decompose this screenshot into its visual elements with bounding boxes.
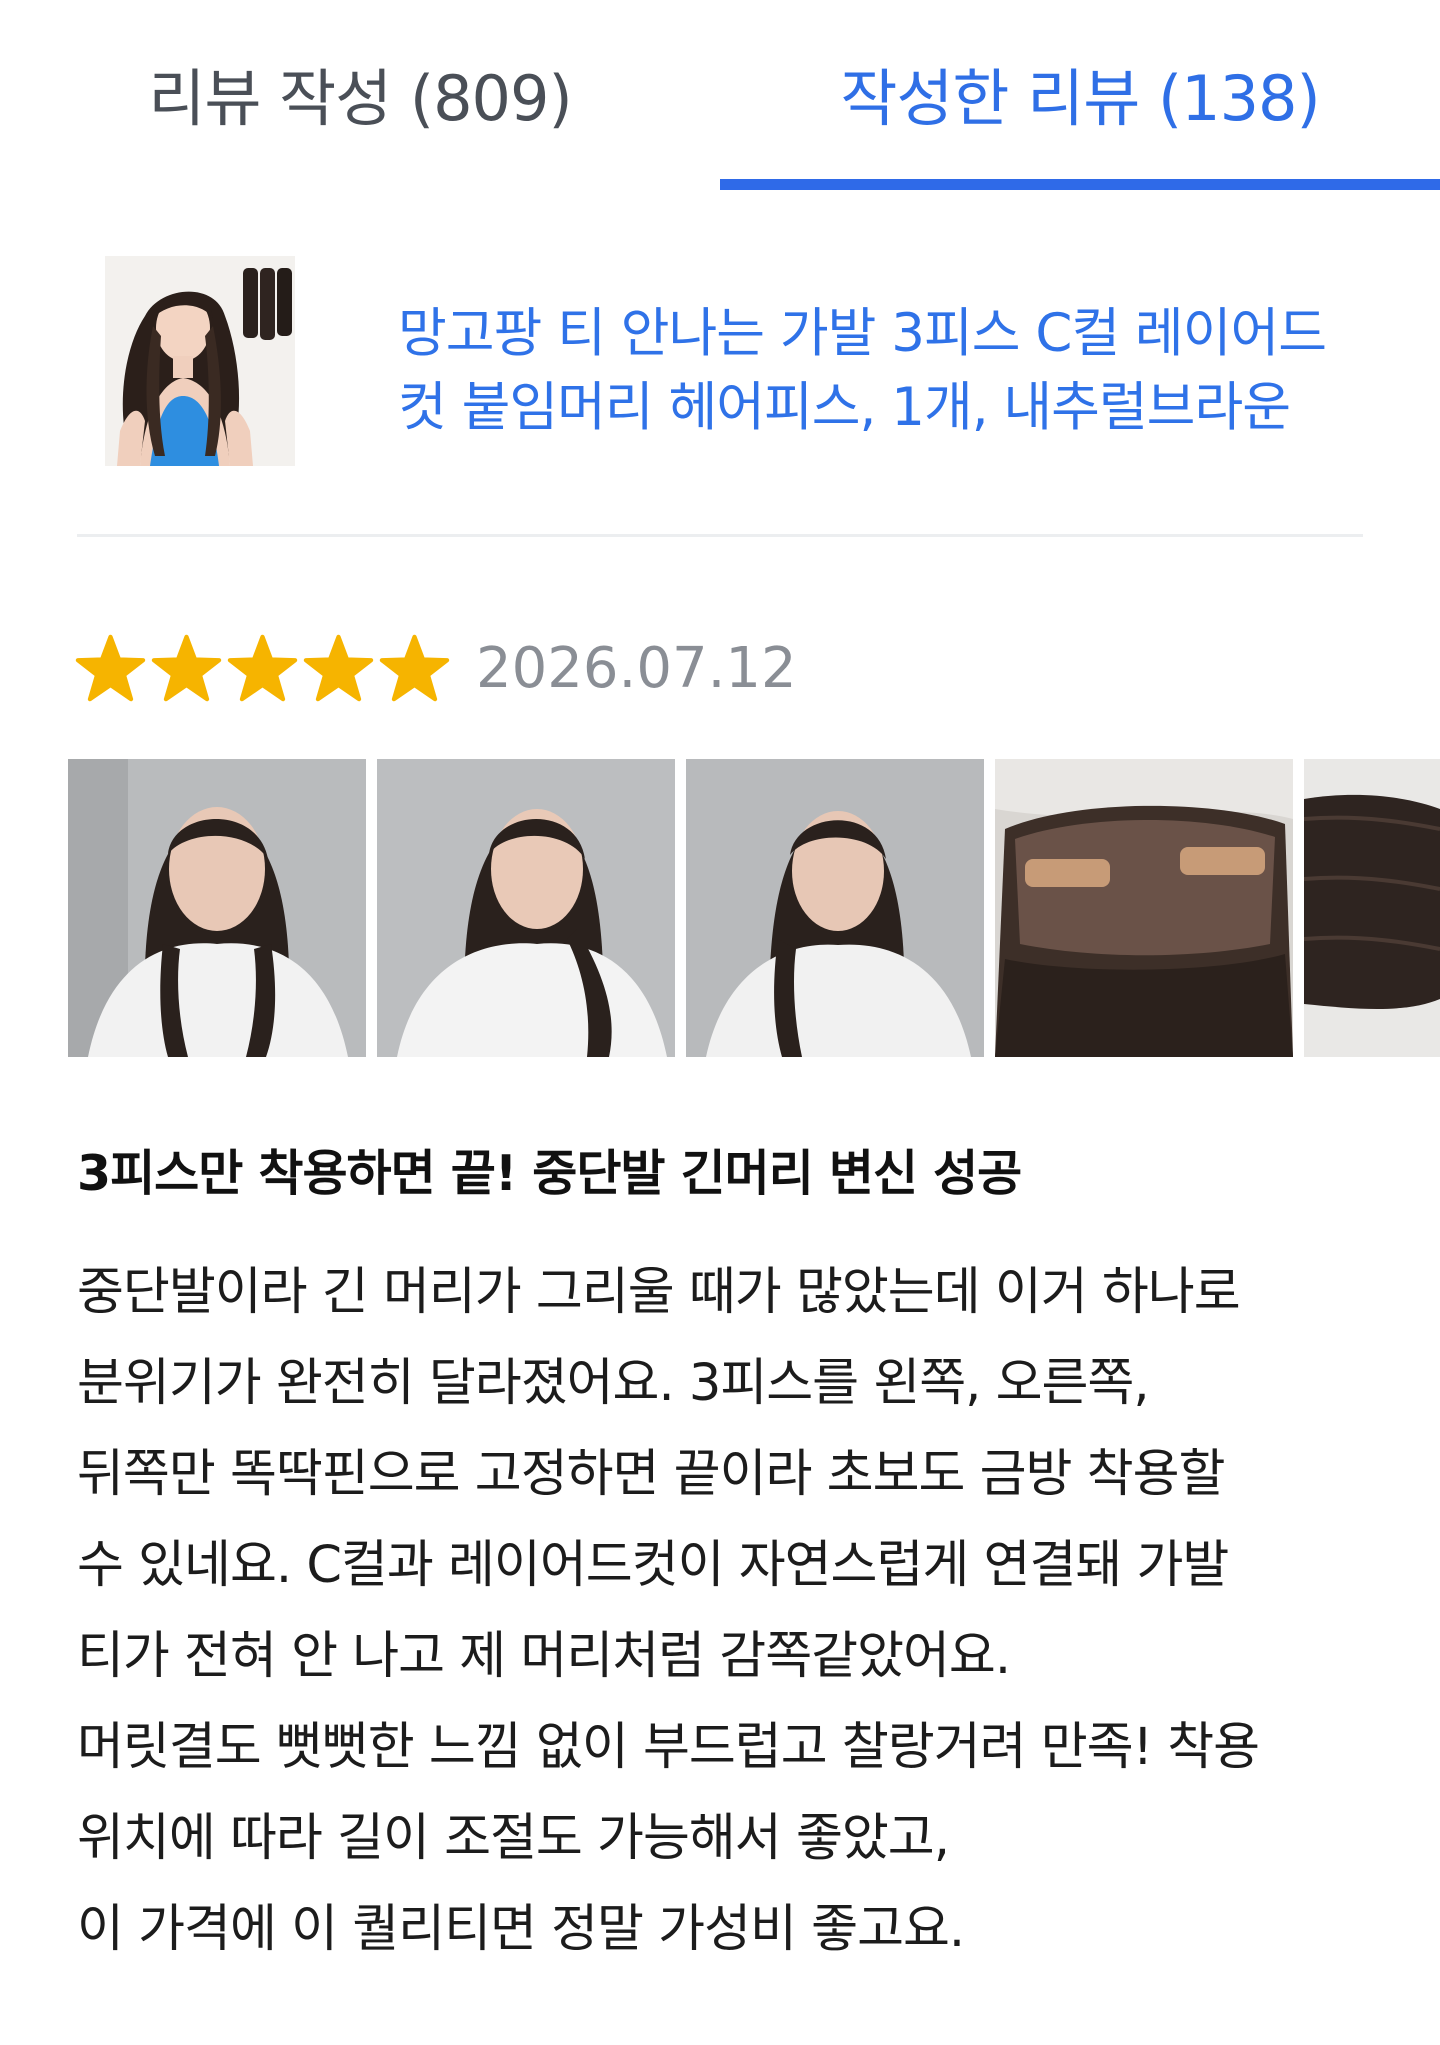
review-title: 3피스만 착용하면 끝! 중단발 긴머리 변신 성공	[77, 1145, 1022, 1202]
review-date: 2026.07.12	[476, 635, 797, 701]
review-tabs: 리뷰 작성 (809) 작성한 리뷰 (138)	[0, 0, 1440, 192]
active-tab-indicator	[720, 179, 1440, 190]
review-photo[interactable]	[995, 759, 1293, 1057]
photo-woman-front-icon	[68, 759, 366, 1057]
review-photo-strip[interactable]	[68, 759, 1440, 1057]
review-body-line: 뒤쪽만 똑딱핀으로 고정하면 끝이라 초보도 금방 착용할	[77, 1445, 1225, 1504]
star-icon	[75, 634, 146, 702]
star-icon	[227, 634, 298, 702]
review-photo[interactable]	[68, 759, 366, 1057]
review-photo[interactable]	[686, 759, 984, 1057]
star-rating	[75, 634, 450, 702]
photo-hairpiece-clips-icon	[995, 759, 1293, 1057]
review-body: 중단발이라 긴 머리가 그리울 때가 많았는데 이거 하나로분위기가 완전히 달…	[77, 1247, 1377, 1975]
review-product[interactable]: 망고팡 티 안나는 가발 3피스 C컬 레이어드컷 붙임머리 헤어피스, 1개,…	[0, 192, 1440, 537]
tab-written-reviews[interactable]: 작성한 리뷰 (138)	[720, 0, 1440, 186]
review-body-line: 중단발이라 긴 머리가 그리울 때가 많았는데 이거 하나로	[77, 1263, 1241, 1322]
review-body-line: 분위기가 완전히 달라졌어요. 3피스를 왼쪽, 오른쪽,	[77, 1354, 1150, 1413]
review-body-line: 머릿결도 뻣뻣한 느낌 없이 부드럽고 찰랑거려 만족! 착용	[77, 1718, 1260, 1777]
star-icon	[379, 634, 450, 702]
star-icon	[151, 634, 222, 702]
review-photo[interactable]	[1304, 759, 1440, 1057]
review-rating-row: 2026.07.12	[75, 628, 797, 708]
photo-woman-side-icon	[377, 759, 675, 1057]
photo-woman-angle-icon	[686, 759, 984, 1057]
review-body-line: 위치에 따라 길이 조절도 가능해서 좋았고,	[77, 1809, 950, 1868]
review-photo[interactable]	[377, 759, 675, 1057]
tab-write-review[interactable]: 리뷰 작성 (809)	[0, 0, 720, 186]
product-name-link[interactable]: 망고팡 티 안나는 가발 3피스 C컬 레이어드컷 붙임머리 헤어피스, 1개,…	[398, 297, 1358, 445]
product-photo-woman-hair-icon	[105, 256, 295, 466]
review-body-line: 이 가격에 이 퀄리티면 정말 가성비 좋고요.	[77, 1900, 965, 1959]
photo-hair-closeup-icon	[1304, 759, 1440, 1057]
review-body-line: 티가 전혀 안 나고 제 머리처럼 감쪽같았어요.	[77, 1627, 1011, 1686]
product-thumbnail[interactable]	[105, 256, 295, 466]
star-icon	[303, 634, 374, 702]
review-body-line: 수 있네요. C컬과 레이어드컷이 자연스럽게 연결돼 가발	[77, 1536, 1229, 1595]
section-divider	[77, 534, 1363, 537]
